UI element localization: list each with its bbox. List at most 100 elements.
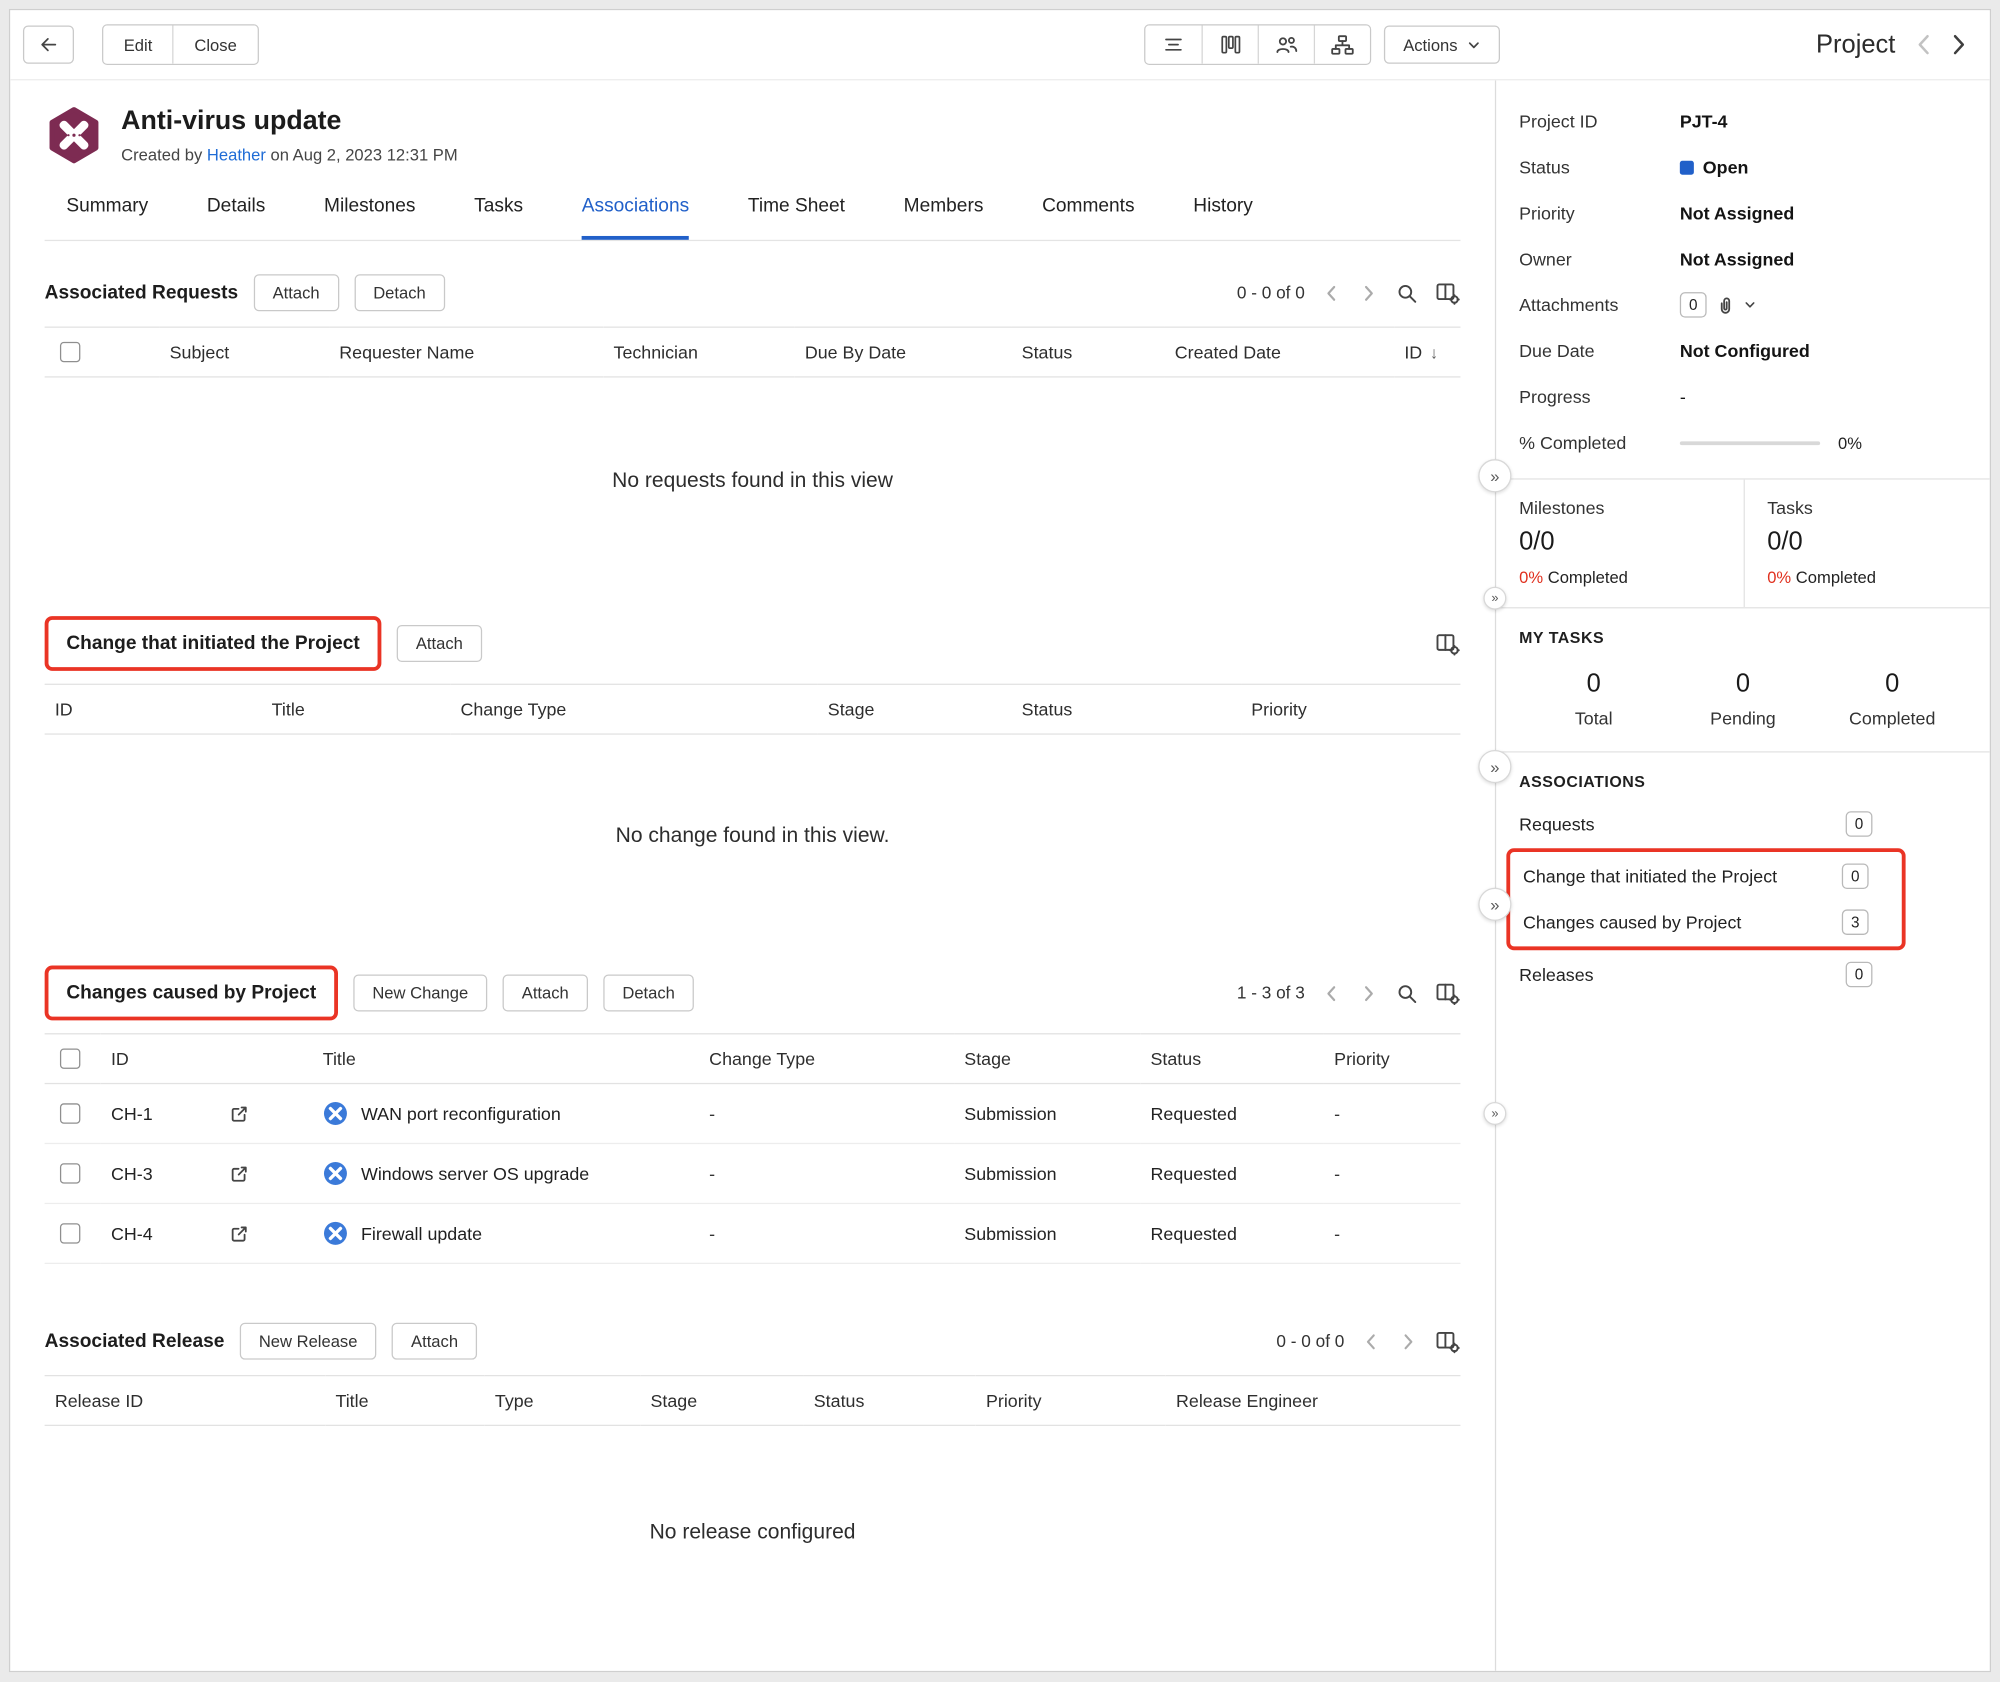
search-icon[interactable] bbox=[1395, 982, 1418, 1005]
column-header[interactable]: ID bbox=[101, 1033, 313, 1084]
column-header[interactable]: Title bbox=[261, 684, 450, 735]
page-previous-icon[interactable] bbox=[1321, 283, 1341, 303]
association-link-changes-caused[interactable]: Changes caused by Project 3 bbox=[1523, 899, 1889, 945]
summary-view-button[interactable] bbox=[1146, 26, 1202, 64]
column-header[interactable]: Created Date bbox=[1165, 327, 1395, 378]
column-header[interactable]: Stage bbox=[640, 1375, 803, 1426]
panel-resize-handle[interactable]: » bbox=[1483, 587, 1506, 610]
column-header[interactable]: Release Engineer bbox=[1166, 1375, 1461, 1426]
open-in-new-icon[interactable] bbox=[228, 1163, 250, 1185]
members-view-button[interactable] bbox=[1258, 26, 1314, 64]
column-header[interactable]: Status bbox=[1011, 327, 1164, 378]
column-header[interactable]: ID bbox=[45, 684, 262, 735]
field-value[interactable]: Not Assigned bbox=[1680, 249, 1794, 269]
created-by-link[interactable]: Heather bbox=[207, 146, 266, 165]
column-header[interactable]: Status bbox=[804, 1375, 976, 1426]
column-header[interactable]: Priority bbox=[976, 1375, 1166, 1426]
attach-release-button[interactable]: Attach bbox=[392, 1323, 477, 1360]
change-id-cell[interactable]: CH-1 bbox=[101, 1084, 218, 1144]
search-icon[interactable] bbox=[1395, 281, 1418, 304]
change-title-cell[interactable]: WAN port reconfiguration bbox=[312, 1084, 698, 1144]
tab-comments[interactable]: Comments bbox=[1042, 195, 1135, 240]
back-button[interactable] bbox=[23, 26, 74, 64]
new-change-button[interactable]: New Change bbox=[353, 975, 487, 1012]
columns-view-button[interactable] bbox=[1202, 26, 1258, 64]
column-settings-icon[interactable] bbox=[1435, 1329, 1461, 1355]
column-header[interactable]: Change Type bbox=[699, 1033, 954, 1084]
row-checkbox[interactable] bbox=[60, 1163, 80, 1183]
my-tasks-pending-count: 0 bbox=[1668, 670, 1817, 699]
sidebar-collapse-icon[interactable]: » bbox=[1478, 750, 1511, 783]
main-panel: Anti-virus update Created by Heather on … bbox=[10, 80, 1495, 1671]
tab-milestones[interactable]: Milestones bbox=[324, 195, 415, 240]
hierarchy-view-button[interactable] bbox=[1314, 26, 1370, 64]
row-checkbox[interactable] bbox=[60, 1223, 80, 1243]
column-header[interactable]: Status bbox=[1011, 684, 1241, 735]
tab-tasks[interactable]: Tasks bbox=[474, 195, 523, 240]
page-next-icon[interactable] bbox=[1358, 283, 1378, 303]
column-header[interactable]: Type bbox=[485, 1375, 641, 1426]
tab-details[interactable]: Details bbox=[207, 195, 265, 240]
sidebar-collapse-icon[interactable]: » bbox=[1478, 459, 1511, 492]
column-header-id[interactable]: ID ↓ bbox=[1394, 327, 1460, 378]
tab-summary[interactable]: Summary bbox=[66, 195, 148, 240]
column-header[interactable]: Release ID bbox=[45, 1375, 326, 1426]
field-value[interactable]: Not Configured bbox=[1680, 341, 1810, 361]
tab-time-sheet[interactable]: Time Sheet bbox=[748, 195, 845, 240]
tab-history[interactable]: History bbox=[1193, 195, 1253, 240]
column-header[interactable]: Priority bbox=[1324, 1033, 1460, 1084]
page-previous-icon[interactable] bbox=[1361, 1331, 1381, 1351]
sidebar-collapse-icon[interactable]: » bbox=[1478, 888, 1511, 921]
column-header[interactable]: Stage bbox=[818, 684, 1012, 735]
edit-button[interactable]: Edit bbox=[103, 26, 172, 64]
change-title-cell[interactable]: Windows server OS upgrade bbox=[312, 1144, 698, 1204]
previous-record-icon[interactable] bbox=[1911, 31, 1939, 59]
change-id-cell[interactable]: CH-3 bbox=[101, 1144, 218, 1204]
column-settings-icon[interactable] bbox=[1435, 280, 1461, 306]
page-next-icon[interactable] bbox=[1358, 983, 1378, 1003]
detach-request-button[interactable]: Detach bbox=[354, 274, 445, 311]
column-header[interactable]: Subject bbox=[159, 327, 329, 378]
sort-descending-icon[interactable]: ↓ bbox=[1430, 343, 1438, 362]
association-link-releases[interactable]: Releases 0 bbox=[1519, 952, 1967, 998]
attach-change-button[interactable]: Attach bbox=[397, 625, 482, 662]
association-link-requests[interactable]: Requests 0 bbox=[1519, 801, 1967, 847]
column-header[interactable]: Requester Name bbox=[329, 327, 603, 378]
detach-change-button[interactable]: Detach bbox=[603, 975, 694, 1012]
column-settings-icon[interactable] bbox=[1435, 631, 1461, 657]
attach-change-button[interactable]: Attach bbox=[503, 975, 588, 1012]
column-header[interactable]: Stage bbox=[954, 1033, 1140, 1084]
row-checkbox[interactable] bbox=[60, 1103, 80, 1123]
column-settings-icon[interactable] bbox=[1435, 980, 1461, 1006]
column-header[interactable]: Technician bbox=[603, 327, 794, 378]
close-button[interactable]: Close bbox=[173, 26, 258, 64]
page-next-icon[interactable] bbox=[1398, 1331, 1418, 1351]
column-header[interactable]: Title bbox=[325, 1375, 484, 1426]
open-in-new-icon[interactable] bbox=[228, 1223, 250, 1245]
field-value[interactable]: Open bbox=[1680, 157, 1749, 177]
progress-bar bbox=[1680, 441, 1820, 445]
column-header[interactable]: Title bbox=[312, 1033, 698, 1084]
column-header[interactable]: Priority bbox=[1241, 684, 1460, 735]
column-header[interactable]: Due By Date bbox=[795, 327, 1012, 378]
attach-request-button[interactable]: Attach bbox=[253, 274, 338, 311]
select-all-checkbox[interactable] bbox=[60, 1049, 80, 1069]
association-link-change-initiated[interactable]: Change that initiated the Project 0 bbox=[1523, 853, 1889, 899]
field-value[interactable]: Not Assigned bbox=[1680, 203, 1794, 223]
new-release-button[interactable]: New Release bbox=[240, 1323, 377, 1360]
tab-members[interactable]: Members bbox=[904, 195, 984, 240]
change-title-cell[interactable]: Firewall update bbox=[312, 1204, 698, 1264]
next-record-icon[interactable] bbox=[1944, 31, 1972, 59]
priority-cell: - bbox=[1324, 1144, 1460, 1204]
panel-resize-handle[interactable]: » bbox=[1483, 1102, 1506, 1125]
open-in-new-icon[interactable] bbox=[228, 1103, 250, 1125]
chevron-down-icon[interactable] bbox=[1744, 298, 1757, 311]
column-header[interactable]: Status bbox=[1140, 1033, 1324, 1084]
page-previous-icon[interactable] bbox=[1321, 983, 1341, 1003]
actions-menu-button[interactable]: Actions bbox=[1384, 26, 1500, 64]
column-header[interactable]: Change Type bbox=[450, 684, 817, 735]
tab-associations[interactable]: Associations bbox=[582, 195, 689, 240]
paperclip-icon[interactable] bbox=[1714, 294, 1736, 316]
select-all-checkbox[interactable] bbox=[60, 342, 80, 362]
change-id-cell[interactable]: CH-4 bbox=[101, 1204, 218, 1264]
